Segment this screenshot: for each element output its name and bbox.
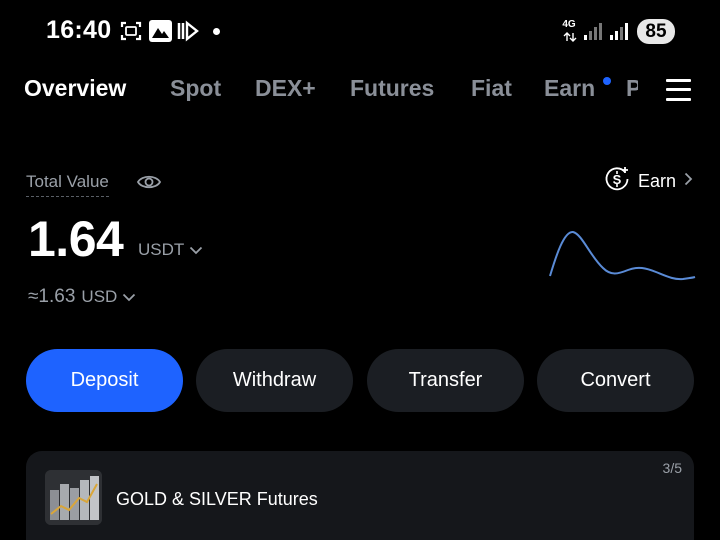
menu-icon[interactable] (666, 78, 692, 102)
promo-page-indicator: 3/5 (662, 460, 682, 476)
balance-currency-label: USDT (138, 240, 185, 259)
data-arrows-icon (562, 32, 578, 42)
eye-icon[interactable] (136, 169, 162, 195)
battery-icon: 85 (637, 19, 675, 44)
status-time: 16:40 (46, 16, 112, 44)
chevron-right-icon (684, 172, 693, 191)
total-balance: 1.64 (28, 211, 124, 267)
tab-dex-plus[interactable]: DEX+ (255, 75, 316, 102)
earn-link[interactable]: S Earn (604, 166, 693, 197)
network-type-label: 4G (562, 19, 576, 30)
gallery-icon (148, 18, 172, 44)
chevron-down-icon (189, 240, 203, 260)
approx-value-selector[interactable]: ≈1.63 USD (28, 286, 136, 308)
media-icon (176, 18, 200, 44)
tab-earn-badge (603, 77, 611, 85)
promo-banner[interactable]: GOLD & SILVER Futures 3/5 (26, 451, 694, 540)
promo-title: GOLD & SILVER Futures (116, 489, 318, 509)
notification-dot (213, 28, 220, 35)
signal-icon (609, 18, 629, 44)
convert-button[interactable]: Convert (537, 349, 694, 412)
tab-earn[interactable]: Earn (544, 75, 595, 102)
tab-futures[interactable]: Futures (350, 75, 434, 102)
tab-bar: Overview Spot DEX+ Futures Fiat Earn P (0, 62, 720, 118)
transfer-button[interactable]: Transfer (367, 349, 524, 412)
chevron-down-icon (122, 286, 136, 308)
approx-currency-label: USD (81, 287, 118, 306)
gold-silver-image (45, 470, 102, 525)
tab-spot[interactable]: Spot (170, 75, 221, 102)
signal-icon (583, 18, 603, 44)
withdraw-button[interactable]: Withdraw (196, 349, 353, 412)
balance-currency-selector[interactable]: USDT (138, 240, 203, 260)
action-buttons: Deposit Withdraw Transfer Convert (26, 349, 694, 412)
earn-dollar-icon: S (604, 166, 630, 197)
status-bar: 16:40 4G 85 (0, 0, 720, 62)
approx-value: ≈1.63 (28, 286, 76, 307)
tab-overview[interactable]: Overview (24, 75, 126, 102)
screenshot-icon (119, 18, 143, 44)
total-value-label: Total Value (26, 172, 109, 197)
tab-truncated[interactable]: P (626, 75, 638, 102)
earn-link-label: Earn (638, 170, 677, 191)
balance-sparkline (549, 231, 696, 281)
tab-fiat[interactable]: Fiat (471, 75, 512, 102)
deposit-button[interactable]: Deposit (26, 349, 183, 412)
